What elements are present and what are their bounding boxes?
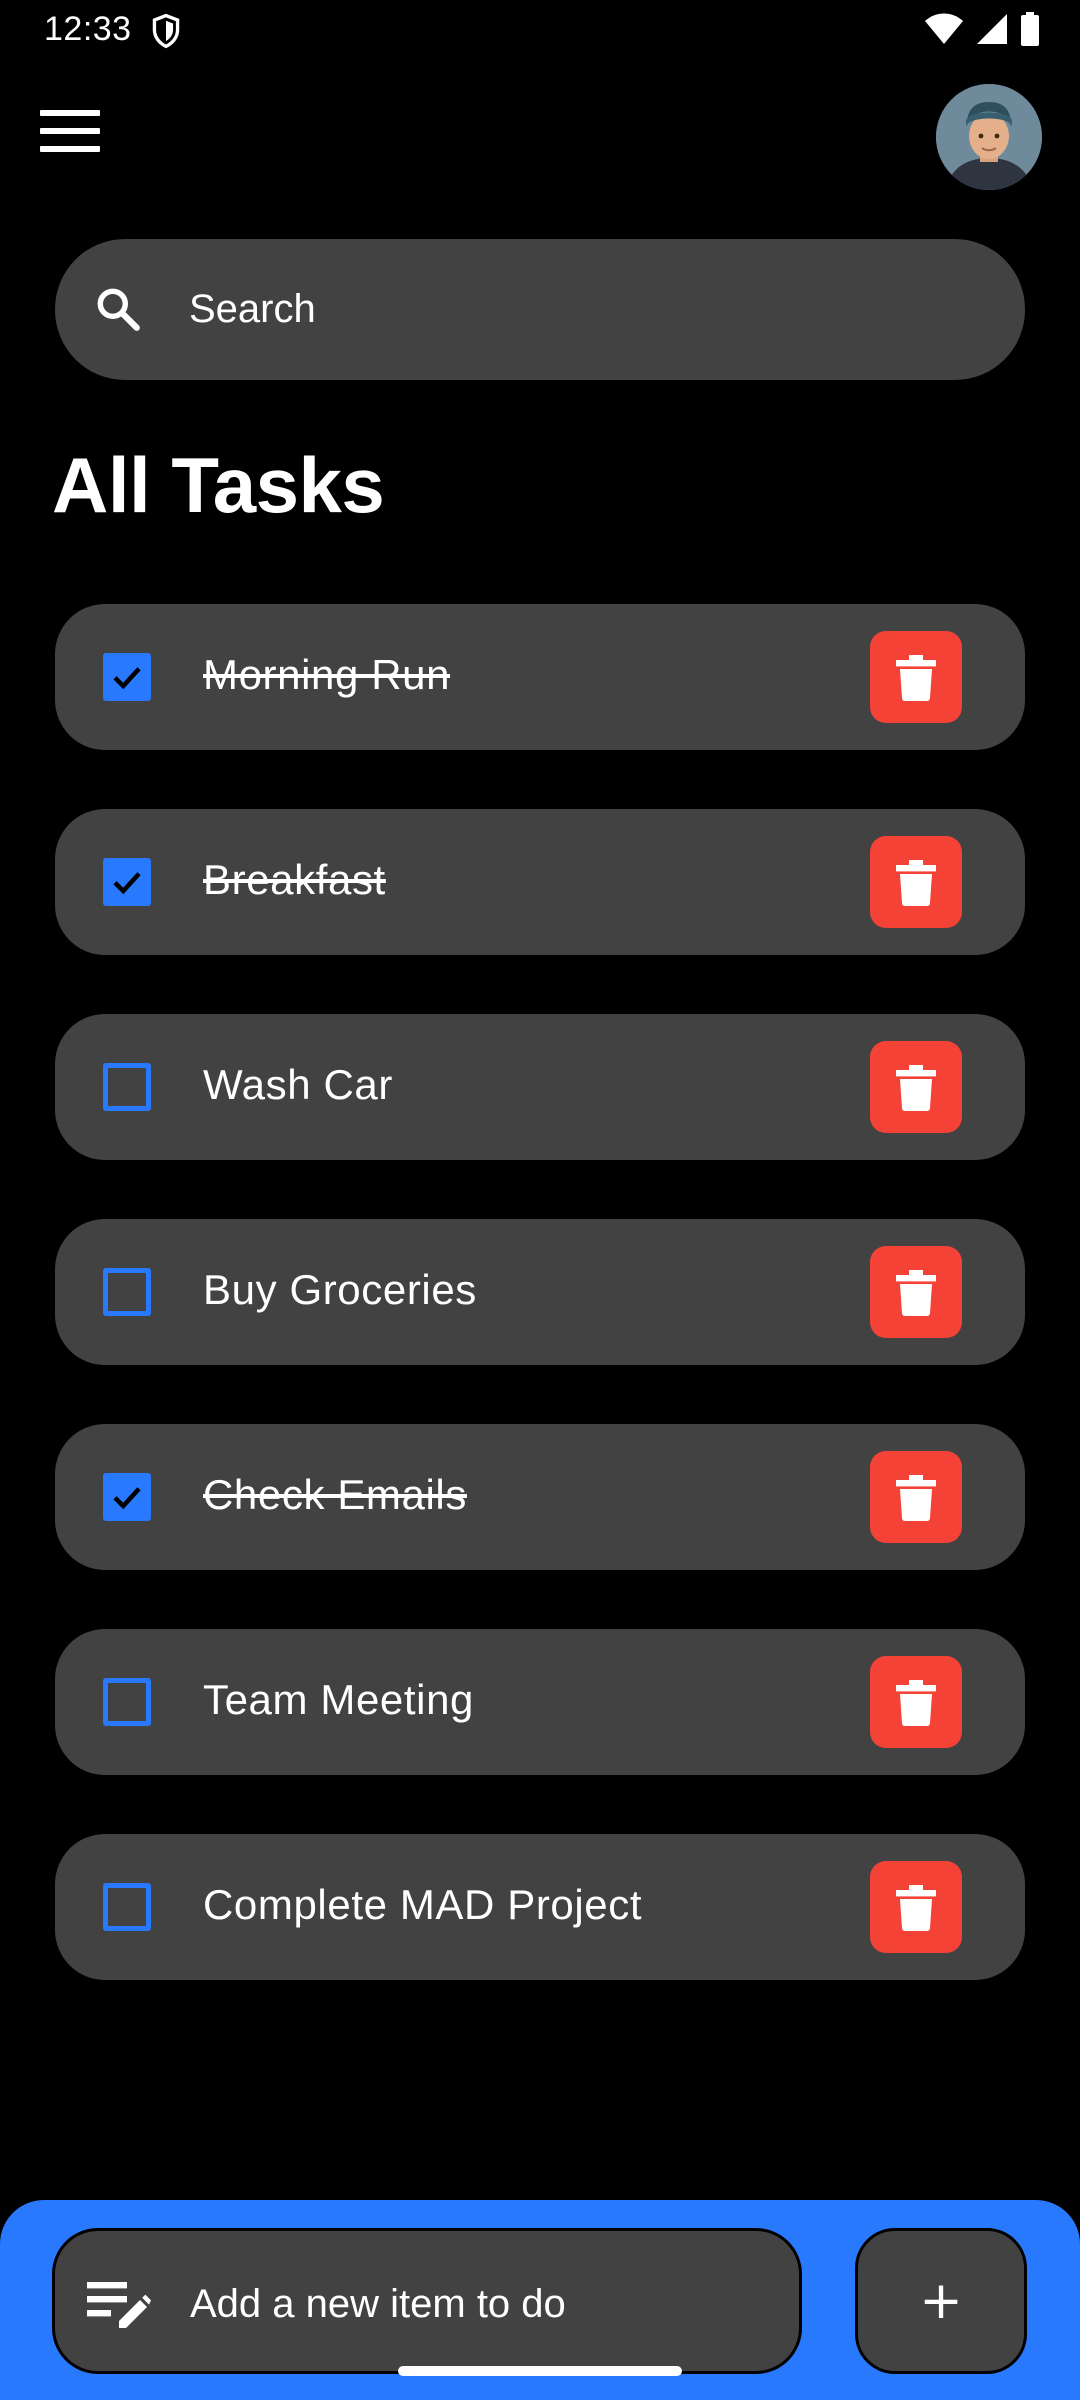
delete-button[interactable] bbox=[870, 1246, 962, 1338]
trash-icon bbox=[896, 655, 936, 701]
delete-button[interactable] bbox=[870, 1041, 962, 1133]
add-item-field[interactable] bbox=[52, 2228, 802, 2374]
task-label: Buy Groceries bbox=[203, 1266, 477, 1313]
task-label: Wash Car bbox=[203, 1061, 393, 1108]
task-item[interactable]: Team Meeting bbox=[55, 1629, 1025, 1775]
task-label: Breakfast bbox=[203, 856, 386, 903]
cellular-signal-icon bbox=[977, 14, 1007, 44]
status-time: 12:33 bbox=[44, 10, 132, 48]
trash-icon bbox=[896, 1065, 936, 1111]
task-checkbox[interactable] bbox=[103, 1883, 151, 1931]
task-checkbox[interactable] bbox=[103, 1063, 151, 1111]
task-item[interactable]: Complete MAD Project bbox=[55, 1834, 1025, 1980]
delete-button[interactable] bbox=[870, 1451, 962, 1543]
task-label: Complete MAD Project bbox=[203, 1881, 643, 1928]
task-checkbox[interactable] bbox=[103, 1678, 151, 1726]
trash-icon bbox=[896, 1270, 936, 1316]
menu-button[interactable] bbox=[40, 110, 106, 162]
status-bar: 12:33 bbox=[0, 0, 1080, 62]
trash-icon bbox=[896, 1680, 936, 1726]
task-checkbox[interactable] bbox=[103, 858, 151, 906]
task-checkbox[interactable] bbox=[103, 1473, 151, 1521]
task-checkbox[interactable] bbox=[103, 653, 151, 701]
delete-button[interactable] bbox=[870, 1656, 962, 1748]
trash-icon bbox=[896, 1885, 936, 1931]
page-title: All Tasks bbox=[52, 441, 385, 529]
checkmark-icon bbox=[113, 667, 141, 690]
status-icons bbox=[924, 12, 1040, 46]
add-icon: + bbox=[919, 2271, 963, 2331]
battery-icon bbox=[1021, 12, 1039, 46]
task-label: Morning Run bbox=[203, 651, 451, 698]
delete-button[interactable] bbox=[870, 836, 962, 928]
delete-button[interactable] bbox=[870, 631, 962, 723]
user-avatar[interactable] bbox=[936, 84, 1042, 190]
search-bar[interactable] bbox=[55, 239, 1025, 380]
task-label: Check Emails bbox=[203, 1471, 467, 1518]
menu-icon bbox=[40, 110, 106, 152]
shield-icon bbox=[152, 13, 180, 49]
search-icon bbox=[97, 288, 140, 331]
task-list: Morning Run Breakfast Wash Car Buy Grocerie… bbox=[55, 604, 1025, 2039]
add-item-input[interactable] bbox=[190, 2264, 770, 2344]
wifi-icon bbox=[925, 13, 963, 44]
task-item[interactable]: Wash Car bbox=[55, 1014, 1025, 1160]
home-indicator[interactable] bbox=[398, 2366, 682, 2376]
delete-button[interactable] bbox=[870, 1861, 962, 1953]
task-item[interactable]: Buy Groceries bbox=[55, 1219, 1025, 1365]
edit-note-icon bbox=[87, 2282, 151, 2328]
task-item[interactable]: Morning Run bbox=[55, 604, 1025, 750]
trash-icon bbox=[896, 860, 936, 906]
checkmark-icon bbox=[113, 1487, 141, 1510]
trash-icon bbox=[896, 1475, 936, 1521]
avatar-image bbox=[936, 84, 1042, 190]
task-item[interactable]: Breakfast bbox=[55, 809, 1025, 955]
checkmark-icon bbox=[113, 872, 141, 895]
task-label: Team Meeting bbox=[203, 1676, 474, 1723]
task-item[interactable]: Check Emails bbox=[55, 1424, 1025, 1570]
add-button[interactable]: + bbox=[855, 2228, 1027, 2374]
search-input[interactable] bbox=[189, 269, 969, 349]
task-checkbox[interactable] bbox=[103, 1268, 151, 1316]
